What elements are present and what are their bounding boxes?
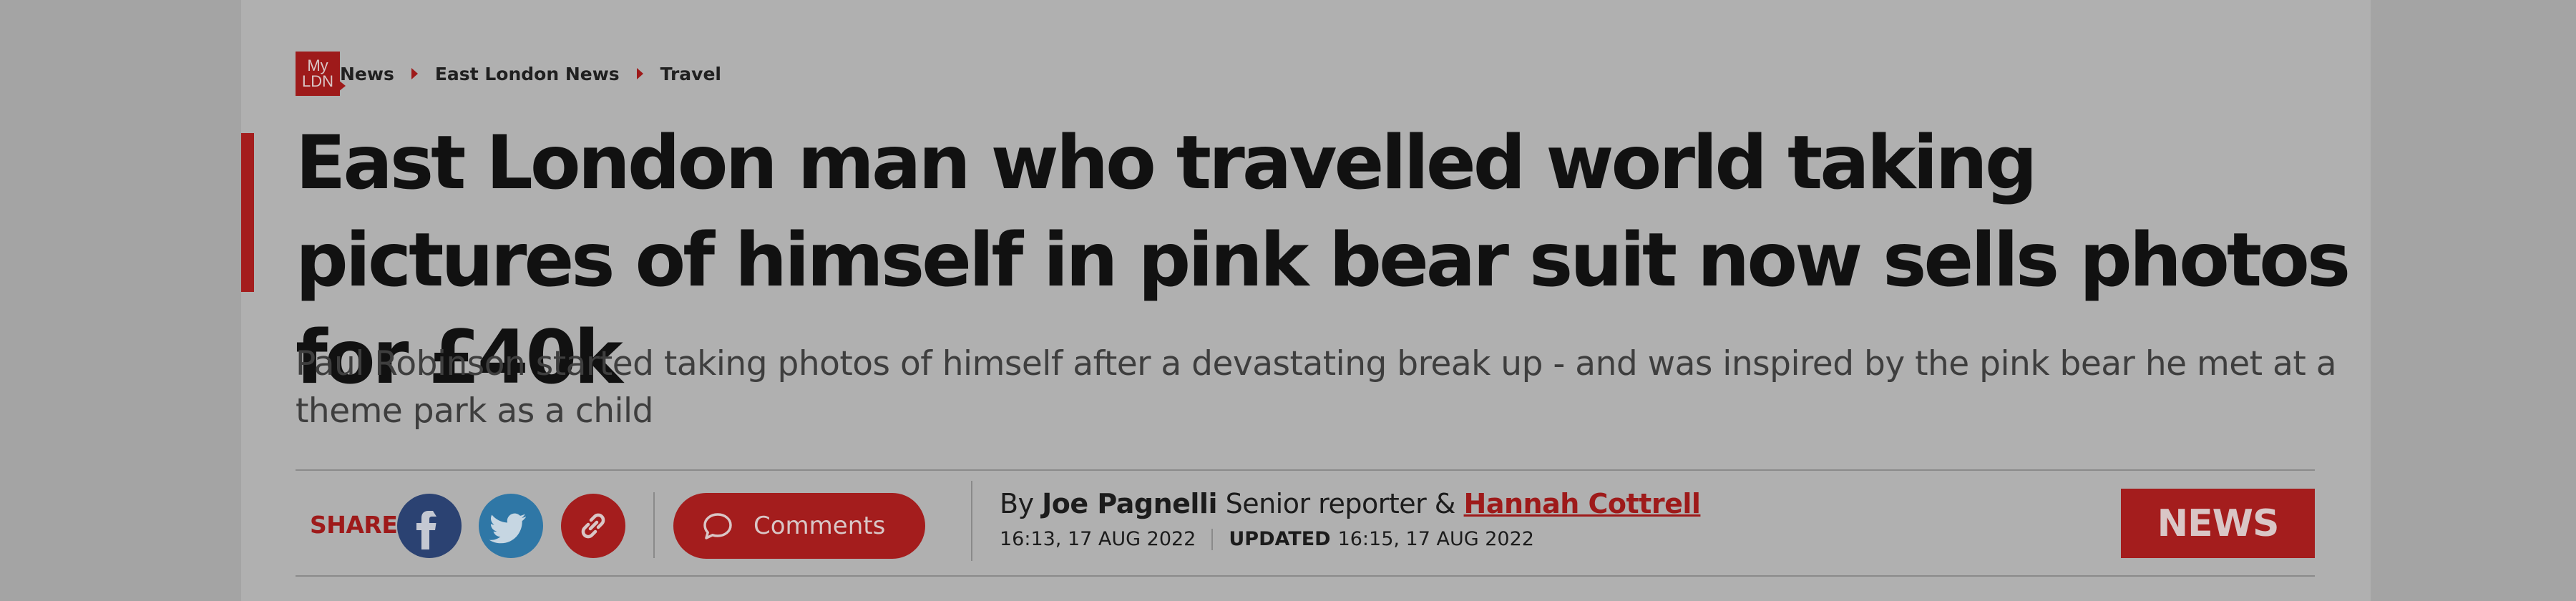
- author-joe-pagnelli[interactable]: Joe Pagnelli: [1042, 488, 1217, 519]
- article-standfirst: Paul Robinson started taking photos of h…: [296, 344, 2337, 431]
- headline-accent-bar: [241, 133, 254, 292]
- byline: By Joe Pagnelli Senior reporter & Hannah…: [1000, 488, 1701, 519]
- article-dates: 16:13, 17 AUG 2022 UPDATED 16:15, 17 AUG…: [1000, 528, 1534, 550]
- breadcrumb-travel[interactable]: Travel: [660, 64, 721, 84]
- updated-label: UPDATED: [1229, 528, 1331, 550]
- updated-time: 16:15, 17 AUG 2022: [1337, 528, 1534, 550]
- author-hannah-cottrell[interactable]: Hannah Cottrell: [1464, 488, 1701, 519]
- myldn-logo[interactable]: My LDN: [296, 52, 346, 96]
- breadcrumb-news[interactable]: News: [340, 64, 394, 84]
- twitter-icon: [489, 513, 526, 544]
- copy-link-button[interactable]: [561, 494, 625, 558]
- byline-divider: [971, 481, 972, 561]
- facebook-icon: [416, 511, 436, 549]
- breadcrumb-east-london-news[interactable]: East London News: [435, 64, 620, 84]
- divider-bottom: [296, 575, 2315, 577]
- dates-divider: [1211, 528, 1214, 550]
- link-icon: [581, 513, 605, 539]
- share-label: SHARE: [310, 511, 398, 539]
- chevron-right-icon: [636, 68, 643, 79]
- comment-bubble-icon: [703, 513, 732, 539]
- logo-line1: My: [307, 57, 328, 74]
- logo-line2: LDN: [301, 72, 333, 90]
- divider-top: [296, 469, 2315, 471]
- byline-by: By: [1000, 488, 1034, 519]
- chevron-right-icon: [411, 68, 418, 79]
- author-role: Senior reporter &: [1225, 488, 1456, 519]
- published-time: 16:13, 17 AUG 2022: [1000, 528, 1196, 550]
- facebook-share-button[interactable]: [397, 494, 462, 558]
- breadcrumb: My LDN News East London News Travel: [296, 52, 721, 96]
- article-header: My LDN News East London News Travel East…: [241, 0, 2371, 601]
- comments-button[interactable]: Comments: [673, 493, 925, 559]
- comments-label: Comments: [753, 512, 886, 540]
- share-divider: [653, 492, 655, 558]
- twitter-share-button[interactable]: [479, 494, 543, 558]
- section-badge[interactable]: NEWS: [2121, 489, 2315, 558]
